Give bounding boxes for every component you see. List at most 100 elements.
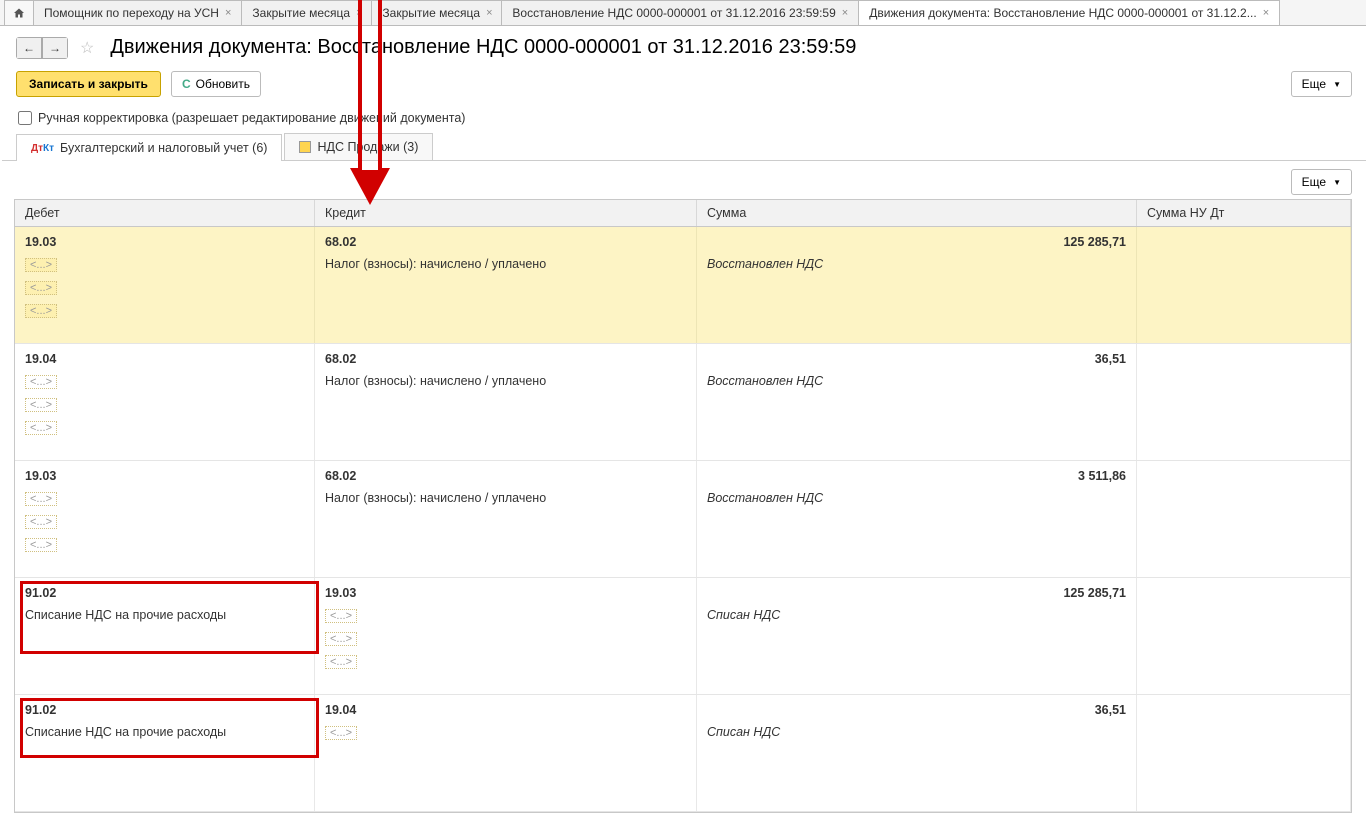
close-icon[interactable]: × (356, 7, 362, 19)
sum-note: Восстановлен НДС (707, 491, 1126, 505)
debit-account: 19.04 (25, 352, 304, 366)
subconto-empty: <...> (325, 608, 686, 623)
toolbar: Записать и закрыть С Обновить Еще ▼ (0, 67, 1366, 107)
window-tab-strip: Помощник по переходу на УСН× Закрытие ме… (0, 0, 1366, 26)
subconto-value: Списание НДС на прочие расходы (25, 608, 304, 622)
close-icon[interactable]: × (842, 7, 848, 19)
sum-value: 36,51 (707, 703, 1126, 717)
col-header-debit[interactable]: Дебет (15, 200, 315, 226)
cell-credit: 68.02 Налог (взносы): начислено / уплачен… (315, 344, 697, 460)
subconto-empty: <...> (25, 303, 304, 318)
document-icon (299, 141, 311, 153)
sum-value: 36,51 (707, 352, 1126, 366)
subconto-value: Списание НДС на прочие расходы (25, 725, 304, 739)
cell-debit: 91.02 Списание НДС на прочие расходы (15, 695, 315, 811)
col-header-credit[interactable]: Кредит (315, 200, 697, 226)
close-icon[interactable]: × (1263, 7, 1269, 19)
tab-accounting-label: Бухгалтерский и налоговый учет (6) (60, 141, 267, 155)
grid-body: 19.03 <...> <...> <...> 68.02 Налог (взносы):… (15, 227, 1351, 812)
close-icon[interactable]: × (486, 7, 492, 19)
col-header-nu-dt[interactable]: Сумма НУ Дт (1137, 200, 1351, 226)
refresh-icon: С (182, 77, 191, 91)
manual-edit-label: Ручная корректировка (разрешает редактир… (38, 111, 465, 125)
tab-accounting[interactable]: ДтКт Бухгалтерский и налоговый учет (6) (16, 134, 282, 161)
subconto-empty: <...> (25, 420, 304, 435)
manual-edit-checkbox-row: Ручная корректировка (разрешает редактир… (0, 107, 1366, 133)
sum-value: 3 511,86 (707, 469, 1126, 483)
grid-more-label: Еще (1302, 175, 1326, 189)
table-row[interactable]: 19.04<...><...><...>68.02Налог (взносы):… (15, 344, 1351, 461)
sum-value: 125 285,71 (707, 235, 1126, 249)
accounting-grid: Дебет Кредит Сумма Сумма НУ Дт 19.03 <...… (14, 199, 1352, 813)
cell-sum: 125 285,71 Восстановлен НДС (697, 227, 1137, 343)
window-tab-1[interactable]: Закрытие месяца× (242, 0, 372, 25)
manual-edit-checkbox[interactable] (18, 111, 32, 125)
sum-value: 125 285,71 (707, 586, 1126, 600)
page-title: Движения документа: Восстановление НДС 0… (110, 36, 856, 59)
subconto-empty: <...> (325, 725, 686, 740)
subconto-empty: <...> (25, 280, 304, 295)
chevron-down-icon: ▼ (1333, 80, 1341, 89)
cell-credit: 19.04 <...> (315, 695, 697, 811)
cell-nu-dt (1137, 227, 1351, 343)
sum-note: Списан НДС (707, 725, 1126, 739)
cell-debit: 91.02 Списание НДС на прочие расходы (15, 578, 315, 694)
home-tab[interactable] (4, 0, 34, 25)
credit-account: 19.03 (325, 586, 686, 600)
save-and-close-button[interactable]: Записать и закрыть (16, 71, 161, 97)
cell-sum: 36,51 Списан НДС (697, 695, 1137, 811)
cell-nu-dt (1137, 344, 1351, 460)
tab-label: Восстановление НДС 0000-000001 от 31.12.… (512, 6, 835, 20)
subconto-value: Налог (взносы): начислено / уплачено (325, 491, 686, 505)
credit-account: 68.02 (325, 469, 686, 483)
debit-account: 91.02 (25, 586, 304, 600)
debit-account: 19.03 (25, 469, 304, 483)
cell-debit: 19.04<...><...><...> (15, 344, 315, 460)
debit-account: 91.02 (25, 703, 304, 717)
cell-credit: 19.03<...><...><...> (315, 578, 697, 694)
cell-nu-dt (1137, 578, 1351, 694)
table-row[interactable]: 19.03<...><...><...>68.02Налог (взносы):… (15, 227, 1351, 344)
cell-nu-dt (1137, 461, 1351, 577)
title-bar: ← → ☆ Движения документа: Восстановление… (0, 26, 1366, 67)
table-row[interactable]: 91.02 Списание НДС на прочие расходы 19.03… (15, 578, 1351, 695)
cell-debit: 19.03<...><...><...> (15, 227, 315, 343)
cell-sum: 36,51Восстановлен НДС (697, 344, 1137, 460)
credit-account: 68.02 (325, 352, 686, 366)
refresh-label: Обновить (196, 77, 250, 91)
subconto-empty: <...> (25, 537, 304, 552)
cell-sum: 3 511,86 Восстановлен НДС (697, 461, 1137, 577)
tab-label: Движения документа: Восстановление НДС 0… (869, 6, 1257, 20)
credit-account: 68.02 (325, 235, 686, 249)
sum-note: Восстановлен НДС (707, 257, 1126, 271)
favorite-star-icon[interactable]: ☆ (76, 38, 98, 58)
nav-back-button[interactable]: ← (16, 37, 42, 59)
window-tab-2[interactable]: Закрытие месяца × (372, 0, 502, 25)
window-tab-0[interactable]: Помощник по переходу на УСН× (34, 0, 242, 25)
credit-account: 19.04 (325, 703, 686, 717)
cell-sum: 125 285,71Списан НДС (697, 578, 1137, 694)
table-row[interactable]: 19.03 <...> <...> <...> 68.02 Налог (взносы):… (15, 461, 1351, 578)
window-tab-3[interactable]: Восстановление НДС 0000-000001 от 31.12.… (502, 0, 859, 25)
subconto-empty: <...> (25, 257, 304, 272)
tab-label: Закрытие месяца (382, 6, 480, 20)
more-button[interactable]: Еще ▼ (1291, 71, 1352, 97)
refresh-button[interactable]: С Обновить (171, 71, 261, 97)
tab-vat-sales[interactable]: НДС Продажи (3) (284, 133, 433, 160)
subconto-value: Налог (взносы): начислено / уплачено (325, 374, 686, 388)
grid-more-button[interactable]: Еще ▼ (1291, 169, 1352, 195)
col-header-sum[interactable]: Сумма (697, 200, 1137, 226)
subconto-empty: <...> (325, 631, 686, 646)
cell-credit: 68.02Налог (взносы): начислено / уплачен… (315, 227, 697, 343)
cell-debit: 19.03 <...> <...> <...> (15, 461, 315, 577)
content-area: Еще ▼ Дебет Кредит Сумма Сумма НУ Дт 19.… (0, 161, 1366, 813)
subconto-empty: <...> (25, 514, 304, 529)
subconto-empty: <...> (25, 491, 304, 506)
debit-credit-icon: ДтКт (31, 143, 54, 154)
more-label: Еще (1302, 77, 1326, 91)
table-row[interactable]: 91.02 Списание НДС на прочие расходы 19.04… (15, 695, 1351, 812)
nav-forward-button[interactable]: → (42, 37, 68, 59)
close-icon[interactable]: × (225, 7, 231, 19)
cell-nu-dt (1137, 695, 1351, 811)
window-tab-4[interactable]: Движения документа: Восстановление НДС 0… (859, 0, 1280, 25)
